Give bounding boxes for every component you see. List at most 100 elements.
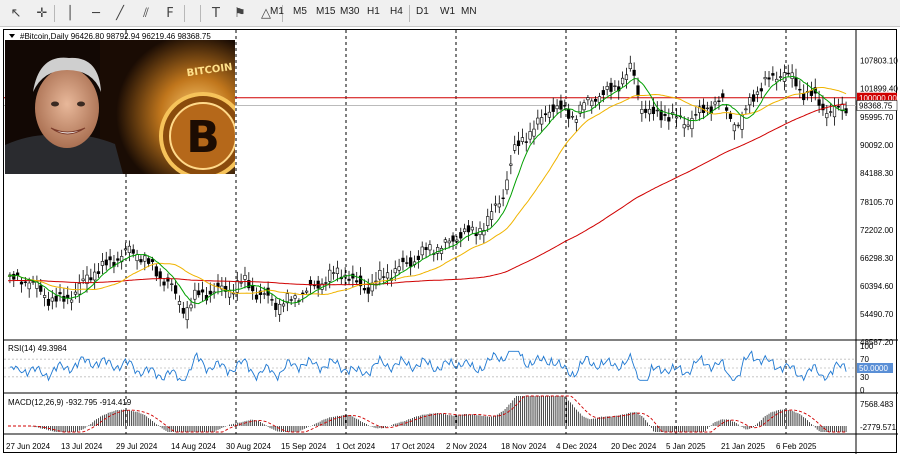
timeframe-m1[interactable]: M1 — [270, 6, 284, 17]
macd-signal-line — [8, 395, 847, 433]
toolbar-separator — [184, 5, 185, 22]
candle-body — [305, 290, 309, 293]
y-tick-label: 101899.40 — [860, 85, 898, 94]
candle-body — [713, 101, 717, 105]
last-price-label: 98368.75 — [859, 102, 893, 111]
vertical-line-icon[interactable]: │ — [60, 3, 80, 23]
candle-body — [590, 100, 594, 107]
candle-body — [170, 283, 174, 285]
candle-body — [725, 107, 729, 111]
crosshair-icon[interactable]: ✛ — [32, 3, 52, 23]
candle-body — [802, 92, 806, 101]
candle-body — [73, 291, 78, 295]
candle-body — [77, 283, 81, 295]
candle-body — [694, 114, 698, 116]
timeframe-h4[interactable]: H4 — [390, 6, 403, 17]
candle-body — [543, 113, 548, 116]
candle-body — [93, 271, 97, 281]
candle-body — [378, 270, 382, 280]
coin-symbol: B — [186, 112, 220, 163]
candle-body — [108, 256, 112, 261]
y-tick-label: 72202.00 — [860, 226, 894, 235]
timeframe-m30[interactable]: M30 — [340, 6, 359, 17]
horizontal-line-icon[interactable]: ─ — [86, 3, 106, 23]
candle-body — [324, 282, 328, 284]
timeframe-m15[interactable]: M15 — [316, 6, 335, 17]
candle-body — [736, 124, 740, 127]
candle-body — [278, 303, 282, 315]
x-tick-label: 30 Aug 2024 — [226, 442, 271, 451]
candle-body — [717, 100, 721, 102]
candle-body — [405, 262, 409, 264]
candle-body — [409, 257, 413, 267]
candle-body — [123, 248, 128, 251]
candle-body — [243, 275, 247, 280]
candle-body — [528, 131, 532, 140]
x-tick-label: 13 Jul 2024 — [61, 442, 103, 451]
candle-body — [31, 281, 35, 283]
candle-body — [239, 282, 243, 284]
candle-body — [397, 266, 401, 271]
candle-body — [335, 267, 340, 274]
x-tick-label: 1 Oct 2024 — [336, 442, 376, 451]
timeframe-m5[interactable]: M5 — [293, 6, 307, 17]
candle-body — [570, 115, 575, 118]
candle-body — [466, 225, 471, 233]
candle-body — [447, 240, 451, 244]
macd-tick-label: 7568.483 — [860, 400, 894, 409]
candle-body — [493, 203, 498, 206]
candle-body — [767, 77, 771, 80]
candle-body — [420, 246, 424, 256]
candle-body — [620, 77, 625, 85]
fibonacci-icon[interactable]: F — [160, 3, 180, 23]
candle-body — [366, 287, 370, 294]
rsi-tick-label: 30 — [860, 373, 869, 382]
x-tick-label: 27 Jun 2024 — [6, 442, 51, 451]
timeframe-h1[interactable]: H1 — [367, 6, 380, 17]
y-tick-label: 90092.00 — [860, 141, 894, 150]
candle-body — [513, 144, 517, 151]
candle-body — [763, 77, 767, 80]
candle-body — [486, 216, 490, 226]
candle-body — [69, 299, 74, 303]
candle-body — [154, 266, 158, 277]
cursor-icon[interactable]: ↖ — [6, 3, 26, 23]
channel-icon[interactable]: ⫽ — [136, 3, 156, 23]
y-tick-label: 107803.10 — [860, 57, 898, 66]
candle-body — [135, 254, 139, 262]
candle-body — [254, 294, 259, 300]
candle-body — [270, 299, 274, 301]
candle-body — [520, 137, 525, 142]
candle-body — [150, 259, 155, 263]
rsi-line — [9, 350, 847, 382]
candle-body — [509, 163, 513, 166]
x-tick-label: 17 Oct 2024 — [391, 442, 435, 451]
label-icon[interactable]: ⚑ — [230, 3, 250, 23]
chart-menu-icon[interactable] — [9, 34, 15, 38]
timeframe-d1[interactable]: D1 — [416, 6, 429, 17]
candle-body — [582, 102, 586, 111]
candle-body — [347, 278, 351, 281]
rsi-tick-label: 100 — [860, 342, 874, 351]
candle-body — [594, 98, 598, 102]
candle-body — [667, 117, 671, 122]
candle-body — [27, 282, 31, 290]
candle-body — [46, 298, 51, 306]
timeframe-mn[interactable]: MN — [461, 6, 477, 17]
timeframe-w1[interactable]: W1 — [440, 6, 455, 17]
candle-body — [235, 280, 239, 293]
candle-body — [424, 247, 428, 251]
candle-body — [605, 86, 609, 90]
candle-body — [825, 113, 829, 119]
candle-body — [89, 277, 93, 281]
y-tick-label: 95995.70 — [860, 113, 894, 122]
trendline-icon[interactable]: ╱ — [110, 3, 130, 23]
candle-body — [751, 94, 756, 102]
x-tick-label: 18 Nov 2024 — [501, 442, 547, 451]
text-icon[interactable]: T — [206, 3, 226, 23]
candle-body — [771, 73, 775, 76]
toolbar-separator — [200, 5, 201, 22]
candle-body — [647, 108, 652, 115]
candle-body — [551, 104, 555, 112]
candle-body — [393, 268, 397, 274]
